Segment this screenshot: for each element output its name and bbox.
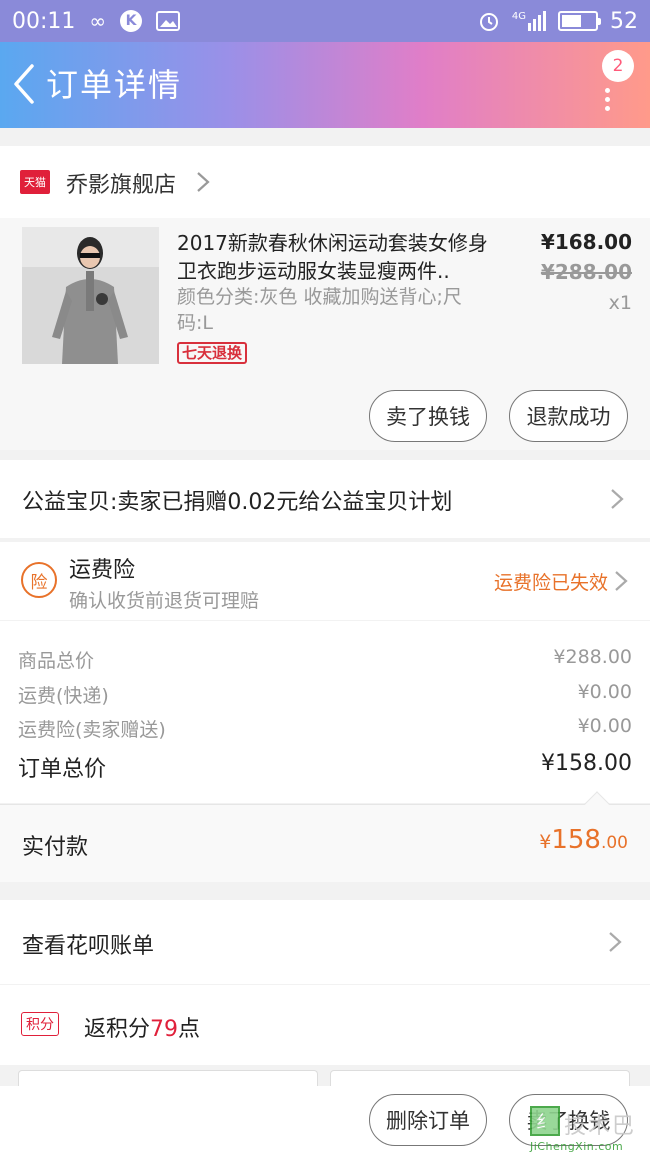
k-app-icon: K <box>120 10 143 32</box>
points-prefix: 返积分 <box>84 1017 151 1042</box>
delete-order-button[interactable]: 删除订单 <box>369 1094 487 1146</box>
product-thumbnail[interactable] <box>22 227 159 364</box>
product-photo-icon <box>22 227 159 364</box>
back-arrow-icon[interactable] <box>10 62 40 106</box>
charity-text: 公益宝贝:卖家已捐赠0.02元给公益宝贝计划 <box>22 490 453 515</box>
order-total-value: ¥158.00 <box>541 751 632 776</box>
page-title: 订单详情 <box>46 66 183 104</box>
infinity-icon: ∞ <box>89 9 107 33</box>
price-row-label: 运费(快递) <box>18 685 109 707</box>
price-row-value: ¥288.00 <box>553 646 632 668</box>
watermark-url: JiChengXin.com <box>530 1140 624 1153</box>
chevron-right-icon <box>197 172 210 192</box>
paid-integer: 158 <box>551 825 601 855</box>
points-tag: 积分 <box>21 1012 59 1036</box>
insurance-status: 运费险已失效 <box>493 572 608 594</box>
shipping-insurance-row[interactable]: 险 运费险 确认收货前退货可理赔 运费险已失效 <box>0 542 650 620</box>
network-type-label: 4G <box>511 11 526 22</box>
insurance-title: 运费险 <box>69 558 136 583</box>
product-quantity: x1 <box>608 292 632 314</box>
chevron-right-icon <box>609 932 622 952</box>
paid-decimal: .00 <box>600 833 628 853</box>
message-badge[interactable]: 2 <box>602 50 634 82</box>
watermark-text: 技术巴 <box>564 1114 637 1139</box>
product-price: ¥168.00 <box>540 230 632 254</box>
huabei-bill-label: 查看花呗账单 <box>22 934 155 959</box>
nav-bar: 订单详情 2 <box>0 42 650 128</box>
price-row-value: ¥0.00 <box>577 715 632 737</box>
product-title[interactable]: 2017新款春秋休闲运动套装女修身卫衣跑步运动服女装显瘦两件.. <box>177 229 507 285</box>
watermark-logo: 纟 技术巴 JiChengXin.com <box>524 1102 644 1154</box>
insurance-icon: 险 <box>21 562 57 598</box>
battery-level: 52 <box>610 8 638 34</box>
sell-for-cash-button[interactable]: 卖了换钱 <box>369 390 487 442</box>
paid-currency: ¥ <box>539 831 552 853</box>
price-row-label: 商品总价 <box>18 650 95 672</box>
order-total-label: 订单总价 <box>18 757 107 782</box>
points-value: 79 <box>150 1017 179 1042</box>
actual-paid-label: 实付款 <box>22 835 89 860</box>
points-row: 积分 返积分79点 <box>0 985 650 1065</box>
refund-success-button[interactable]: 退款成功 <box>509 390 628 442</box>
charity-row[interactable]: 公益宝贝:卖家已捐赠0.02元给公益宝贝计划 <box>0 460 650 538</box>
product-spec: 颜色分类:灰色 收藏加购送背心;尺码:L <box>177 286 462 334</box>
status-bar: 00:11 ∞ K 4G 52 <box>0 0 650 42</box>
actual-paid-amount: ¥158.00 <box>539 825 628 855</box>
shop-row[interactable]: 天猫 乔影旗舰店 <box>0 146 650 218</box>
alarm-icon <box>479 13 498 31</box>
status-time: 00:11 <box>12 8 76 34</box>
price-row-label: 运费险(卖家赠送) <box>18 719 166 741</box>
huabei-bill-row[interactable]: 查看花呗账单 <box>0 900 650 984</box>
product-card[interactable]: 2017新款春秋休闲运动套装女修身卫衣跑步运动服女装显瘦两件.. 颜色分类:灰色… <box>0 218 650 450</box>
shop-name[interactable]: 乔影旗舰店 <box>66 167 176 199</box>
chevron-right-icon <box>611 489 624 509</box>
signal-icon: 4G <box>512 11 546 31</box>
price-breakdown: 商品总价 ¥288.00 运费(快递) ¥0.00 运费险(卖家赠送) ¥0.0… <box>0 621 650 803</box>
image-icon <box>156 11 181 31</box>
insurance-subtitle: 确认收货前退货可理赔 <box>69 590 260 612</box>
product-original-price: ¥288.00 <box>540 260 632 284</box>
watermark-box: 纟 <box>530 1106 560 1136</box>
points-text: 返积分79点 <box>84 1011 200 1043</box>
points-suffix: 点 <box>178 1017 201 1042</box>
chevron-right-icon <box>615 571 628 591</box>
battery-icon <box>558 11 601 31</box>
actual-paid-row: 实付款 ¥158.00 <box>0 791 650 882</box>
more-dots-icon[interactable] <box>605 88 610 111</box>
price-row-value: ¥0.00 <box>577 681 632 703</box>
seven-day-return-tag: 七天退换 <box>177 342 248 364</box>
tmall-icon: 天猫 <box>20 170 50 194</box>
